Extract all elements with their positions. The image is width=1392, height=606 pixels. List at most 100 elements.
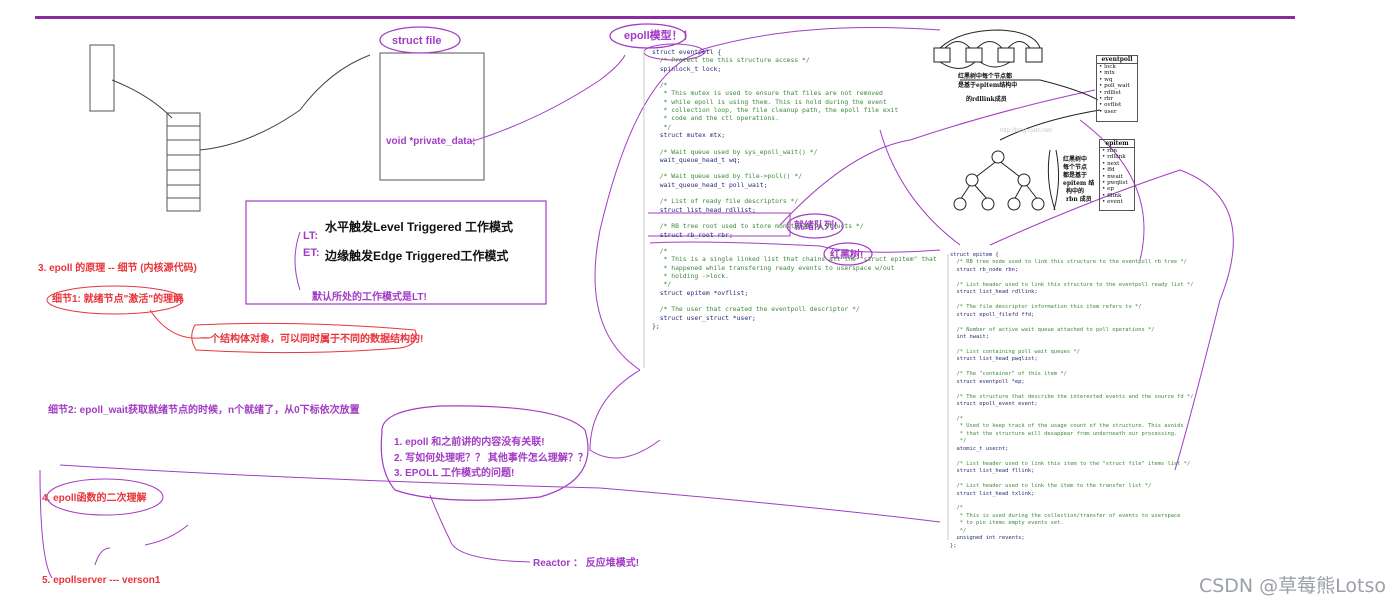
- code-line: struct list_head fllink;: [950, 468, 1035, 475]
- code-line: struct rb_root rbr;: [652, 230, 733, 239]
- code-line: wait_queue_head_t wq;: [652, 155, 741, 164]
- csdn-watermark: CSDN @草莓熊Lotso: [1198, 575, 1386, 597]
- code-line: struct epoll_event event;: [950, 401, 1038, 408]
- code-line: * that the structure will desappear from…: [950, 430, 1178, 437]
- code-line: * code and the ctl operations.: [652, 114, 779, 123]
- question-2: 2. 写如何处理呢？？ 其他事件怎么理解？？: [394, 453, 588, 464]
- fd-table-box: [166, 112, 201, 212]
- code-line: * holding ->lock.: [652, 272, 729, 281]
- code-line: unsigned int revents;: [950, 535, 1025, 542]
- epoll-func-heading: 4. epoll函数的二次理解: [42, 493, 147, 504]
- code-line: struct epitem {: [950, 252, 999, 258]
- code-line: /* Wait queue used by sys_epoll_wait() *…: [652, 147, 818, 156]
- default-mode-note: 默认所处的工作模式是LT!: [312, 292, 427, 303]
- code-line: /*: [950, 505, 963, 512]
- code-line: /* RB tree root used to store monitored …: [652, 222, 864, 231]
- code-line: atomic_t usecnt;: [950, 445, 1009, 452]
- code-line: * This is used during the collection/tra…: [950, 512, 1181, 519]
- code-line: * while epoll is using them. This is hol…: [652, 97, 887, 106]
- code-line: /* The file descriptor information this …: [950, 304, 1142, 311]
- code-line: wait_queue_head_t poll_wait;: [652, 180, 768, 189]
- code-line: */: [652, 280, 672, 289]
- code-line: */: [950, 438, 967, 445]
- reactor-note: Reactor ： 反应堆模式!: [533, 558, 640, 569]
- code-line: struct list_head rdllink;: [950, 289, 1038, 296]
- code-line: /* The structure that describe the inter…: [950, 393, 1194, 400]
- level-triggered-text: 水平触发Level Triggered 工作模式: [325, 220, 514, 234]
- code-line: /* Number of active wait queue attached …: [950, 326, 1155, 333]
- code-line: struct list_head pwqlist;: [950, 356, 1038, 363]
- eventpoll-struct-title: eventpoll: [1097, 56, 1137, 64]
- tree-caption-4: epitem 结: [1063, 180, 1095, 187]
- eventpoll-struct-box: eventpoll • lock • mtx • wq • poll_wait • rd…: [1096, 55, 1138, 122]
- epollserver-heading: 5. epollserver --- verson1: [42, 575, 161, 586]
- code-line: /* List header used to link this item to…: [950, 460, 1191, 467]
- epitem-struct-title: epitem: [1100, 140, 1134, 148]
- code-line: };: [652, 321, 660, 330]
- code-line: * Used to keep track of the usage count …: [950, 423, 1184, 430]
- code-line: struct mutex mtx;: [652, 130, 726, 139]
- struct-file-box: [379, 52, 485, 181]
- code-line: struct epitem *ovflist;: [652, 288, 749, 297]
- code-line: /*: [652, 81, 668, 90]
- question-1: 1. epoll 和之前讲的内容没有关联!: [394, 437, 545, 448]
- code-line: struct rb_node rbn;: [950, 266, 1019, 273]
- code-line: * collection loop, the file cleanup path…: [652, 106, 899, 115]
- code-line: /*: [652, 247, 668, 256]
- struct-file-title: struct file: [392, 35, 442, 47]
- epoll-principle-heading: 3. epoll 的原理 -- 细节 (内核源代码): [38, 263, 197, 274]
- list-caption-2: 是基于epitem结构中: [958, 82, 1018, 89]
- list-caption-3: 的rdllink成员: [966, 96, 1007, 103]
- code-line: /* The "container" of this item */: [950, 371, 1067, 378]
- code-line: /*: [950, 415, 963, 422]
- code-line: /* The user that created the eventpoll d…: [652, 305, 860, 314]
- code-line: /* List of ready file descriptors */: [652, 197, 799, 206]
- detail2-note: 细节2: epoll_wait获取就绪节点的时候，n个就绪了，从0下标依次放置: [48, 405, 360, 416]
- code-line: * This mutex is used to ensure that file…: [652, 89, 883, 98]
- code-line: struct user_struct *user;: [652, 313, 756, 322]
- code-line: /* RB tree node used to link this struct…: [950, 259, 1187, 266]
- list-caption-1: 红黑树中每个节点都: [958, 73, 1013, 80]
- code-line: struct eventpoll {: [652, 48, 722, 56]
- code-line: /* Wait queue used by file->poll() */: [652, 172, 803, 181]
- code-line: int nwait;: [950, 333, 989, 340]
- tree-caption-1: 红黑树中: [1063, 156, 1088, 163]
- fd-array-box: [89, 44, 115, 112]
- tree-caption-6: rbn 成员: [1066, 196, 1092, 203]
- code-line: * to pin items empty events set.: [950, 520, 1064, 527]
- whiteboard-canvas: struct file void *private_data; LT: ET: …: [0, 0, 1392, 606]
- epoll-model-label: epoll模型！！: [624, 30, 694, 42]
- code-line: /* List header used to link this structu…: [950, 281, 1194, 288]
- edge-triggered-text: 边缘触发Edge Triggered工作模式: [325, 249, 509, 263]
- eventpoll-code: struct eventpoll { /* Protect the this s…: [652, 48, 937, 330]
- eventpoll-field-list: • lock • mtx • wq • poll_wait • rdllist • rbr…: [1097, 64, 1137, 115]
- code-line: struct list_head txlink;: [950, 490, 1035, 497]
- ready-list-diagram: [933, 29, 1043, 69]
- tree-caption-5: 构中的: [1066, 188, 1085, 195]
- code-line: * This is a single linked list that chai…: [652, 255, 937, 264]
- lt-label: LT:: [303, 230, 319, 242]
- tree-caption-2: 每个节点: [1063, 164, 1088, 171]
- tree-caption-3: 都是基于: [1063, 172, 1088, 179]
- code-line: /* List containing poll wait queues */: [950, 348, 1080, 355]
- code-line: */: [950, 527, 967, 534]
- detail1-note: 细节1: 就绪节点"激活"的理解: [52, 294, 184, 305]
- code-line: struct epoll_filefd ffd;: [950, 311, 1035, 318]
